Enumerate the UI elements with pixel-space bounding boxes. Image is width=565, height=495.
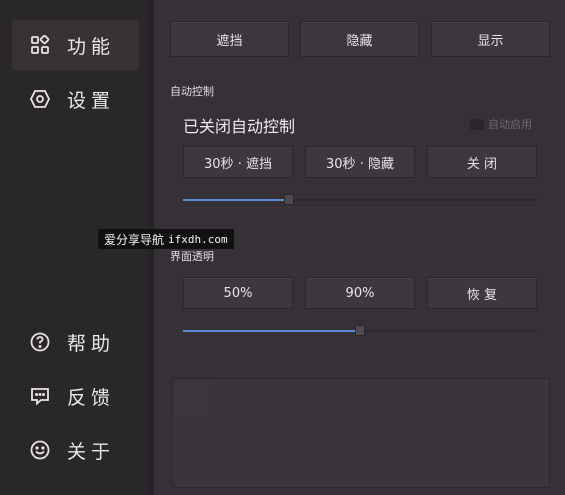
sidebar-item-label: 帮助 (67, 332, 116, 355)
auto-enable-toggle[interactable]: 自动启用 (470, 116, 532, 132)
watermark-text: 爱分享导航 (104, 232, 165, 247)
help-circle-icon (30, 332, 50, 352)
slider-ticks (183, 202, 537, 208)
sidebar-item-label: 关于 (67, 440, 116, 463)
sidebar-item-about[interactable]: 关于 (12, 425, 139, 475)
auto-control-label: 自动控制 (170, 85, 214, 98)
sidebar-item-label: 功能 (67, 35, 116, 58)
slider-ticks (183, 333, 537, 339)
watermark-overlay: 爱分享导航 ifxdh.com (98, 229, 234, 249)
watermark-url: ifxdh.com (168, 232, 228, 246)
transparency-slider[interactable] (183, 325, 537, 336)
opacity-restore-button[interactable]: 恢 复 (427, 277, 537, 309)
auto-hide-30s-button[interactable]: 30秒 · 隐藏 (305, 146, 415, 178)
grid-icon (30, 35, 50, 55)
feedback-chat-icon (30, 386, 50, 406)
preview-panel (172, 378, 550, 488)
sidebar-item-help[interactable]: 帮助 (12, 317, 139, 367)
show-button[interactable]: 显示 (431, 21, 550, 57)
sidebar-item-label: 设置 (67, 89, 116, 112)
auto-control-status: 已关闭自动控制 (183, 117, 296, 136)
transparency-label: 界面透明 (170, 250, 214, 263)
hide-cover-button[interactable]: 遮挡 (170, 21, 289, 57)
sidebar-item-features[interactable]: 功能 (12, 20, 139, 70)
sidebar-item-feedback[interactable]: 反馈 (12, 371, 139, 421)
toggle-label: 自动启用 (488, 118, 532, 131)
smiley-icon (30, 440, 50, 460)
auto-control-slider[interactable] (183, 194, 537, 205)
opacity-50-button[interactable]: 50% (183, 277, 293, 309)
opacity-90-button[interactable]: 90% (305, 277, 415, 309)
slider-fill (183, 330, 360, 332)
checkbox[interactable] (470, 118, 484, 130)
sidebar-item-settings[interactable]: 设置 (12, 74, 139, 124)
preview-thumbnail (175, 381, 209, 415)
auto-off-button[interactable]: 关 闭 (427, 146, 537, 178)
sidebar-item-label: 反馈 (67, 386, 116, 409)
hide-button[interactable]: 隐藏 (300, 21, 419, 57)
auto-cover-30s-button[interactable]: 30秒 · 遮挡 (183, 146, 293, 178)
slider-fill (183, 199, 289, 201)
hexagon-settings-icon (30, 89, 50, 109)
